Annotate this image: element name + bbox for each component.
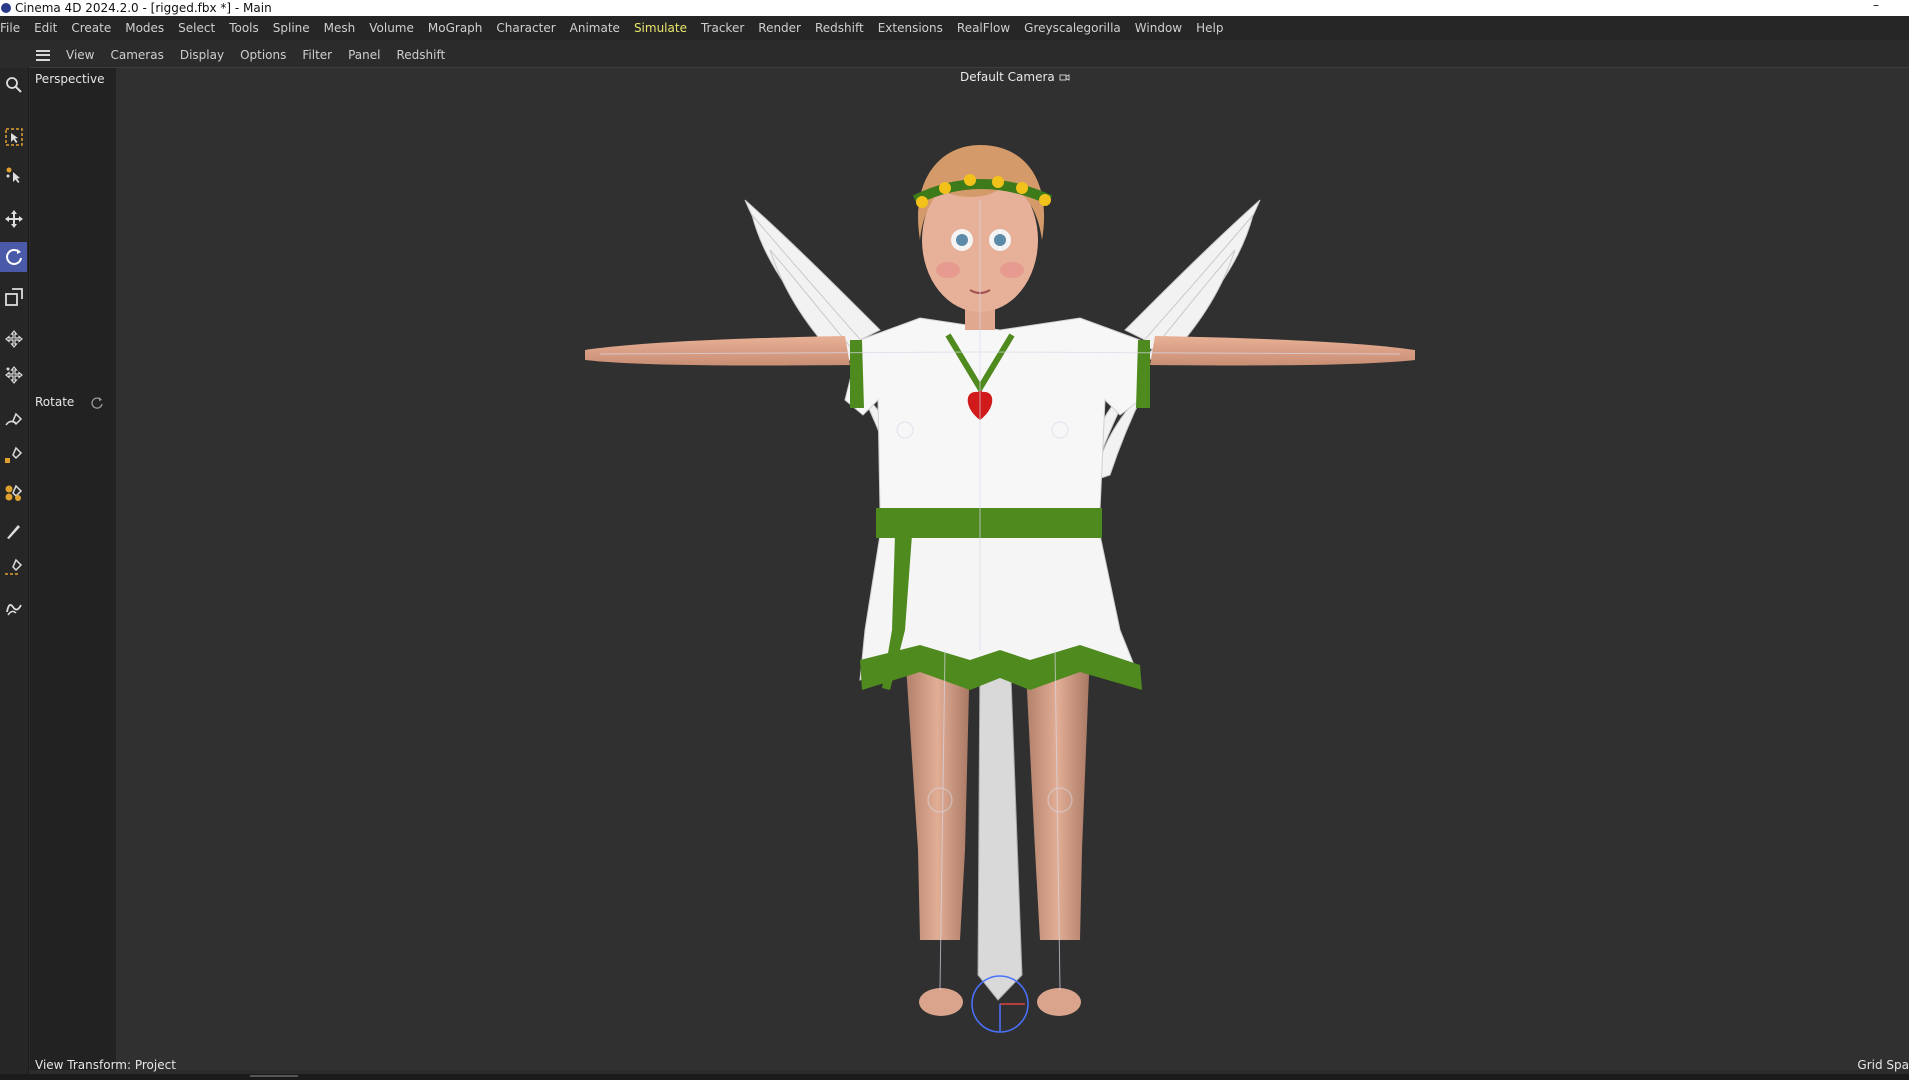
menu-mograph[interactable]: MoGraph [421, 16, 490, 40]
menu-greyscalegorilla[interactable]: Greyscalegorilla [1017, 16, 1128, 40]
right-sleeve-trim [1136, 340, 1150, 408]
camera-icon [1059, 74, 1070, 81]
menu-edit[interactable]: Edit [27, 16, 64, 40]
left-cheek [936, 262, 960, 278]
menu-spline[interactable]: Spline [266, 16, 317, 40]
spline-sketch-icon[interactable] [0, 592, 27, 622]
viewport-menu-redshift[interactable]: Redshift [388, 44, 453, 66]
left-iris [956, 234, 968, 246]
viewport-menu-bar: View Cameras Display Options Filter Pane… [30, 44, 453, 66]
cinema4d-logo-icon [1, 3, 11, 13]
projection-label[interactable]: Perspective [35, 72, 105, 86]
left-toolbar [0, 68, 29, 1080]
viewport-menu-panel[interactable]: Panel [340, 44, 388, 66]
viewport-status-bar: View Transform: Project Grid Spa [30, 1055, 1909, 1075]
left-leg [905, 650, 970, 940]
move-icon[interactable] [0, 204, 27, 234]
tunic [844, 317, 1141, 511]
viewport-menu-display[interactable]: Display [172, 44, 232, 66]
transform-icon[interactable] [0, 324, 27, 354]
root-bone [977, 649, 1023, 1001]
menu-realflow[interactable]: RealFlow [950, 16, 1017, 40]
spline-pen-icon[interactable] [0, 440, 27, 470]
grid-spacing-label: Grid Spa [1857, 1058, 1909, 1072]
title-bar: Cinema 4D 2024.2.0 - [rigged.fbx *] - Ma… [0, 0, 1909, 16]
menu-file[interactable]: File [0, 16, 27, 40]
axis-transform-icon[interactable] [0, 360, 27, 390]
search-icon[interactable] [0, 70, 27, 100]
main-menu-bar: File Edit Create Modes Select Tools Spli… [0, 16, 1909, 40]
camera-label[interactable]: Default Camera [960, 70, 1070, 84]
menu-tracker[interactable]: Tracker [694, 16, 751, 40]
view-transform-label: View Transform: Project [35, 1058, 176, 1072]
camera-name: Default Camera [960, 70, 1055, 84]
viewport-menu-view[interactable]: View [58, 44, 102, 66]
menu-animate[interactable]: Animate [563, 16, 627, 40]
right-cheek [1000, 262, 1024, 278]
menu-redshift[interactable]: Redshift [808, 16, 871, 40]
rotate-icon[interactable] [0, 242, 27, 272]
viewport-menu-options[interactable]: Options [232, 44, 294, 66]
scale-icon[interactable] [0, 282, 27, 312]
menu-volume[interactable]: Volume [362, 16, 421, 40]
menu-create[interactable]: Create [64, 16, 118, 40]
live-selection-icon[interactable] [0, 122, 27, 152]
menu-modes[interactable]: Modes [118, 16, 171, 40]
selection-tweak-icon[interactable] [0, 160, 27, 190]
left-arm [585, 336, 850, 366]
menu-simulate[interactable]: Simulate [627, 16, 694, 40]
menu-character[interactable]: Character [489, 16, 562, 40]
menu-tools[interactable]: Tools [222, 16, 266, 40]
sculpt-icon[interactable] [0, 478, 27, 508]
green-belt [876, 508, 1102, 538]
right-iris [994, 234, 1006, 246]
right-arm [1150, 336, 1415, 366]
viewport-menu-filter[interactable]: Filter [294, 44, 340, 66]
window-title: Cinema 4D 2024.2.0 - [rigged.fbx *] - Ma… [15, 1, 272, 15]
scrollbar-thumb[interactable] [250, 1075, 298, 1077]
active-tool-label: Rotate [35, 395, 75, 409]
menu-extensions[interactable]: Extensions [871, 16, 950, 40]
rotate-small-icon [91, 397, 103, 409]
right-foot [1037, 988, 1081, 1016]
menu-mesh[interactable]: Mesh [317, 16, 363, 40]
menu-render[interactable]: Render [751, 16, 808, 40]
menu-select[interactable]: Select [171, 16, 222, 40]
bottom-scrollbar[interactable] [0, 1074, 1909, 1080]
brush-icon[interactable] [0, 516, 27, 546]
left-sleeve-trim [850, 340, 864, 408]
knife-icon[interactable] [0, 552, 27, 582]
viewport-left-panel: Perspective Rotate [30, 68, 116, 1070]
left-foot [919, 988, 963, 1016]
minimize-button[interactable]: – [1873, 0, 1879, 12]
viewport-menu-cameras[interactable]: Cameras [102, 44, 171, 66]
hamburger-menu-icon[interactable] [36, 49, 50, 61]
menu-help[interactable]: Help [1189, 16, 1230, 40]
pen-icon[interactable] [0, 406, 27, 436]
angel-character-model[interactable] [560, 90, 1440, 1050]
menu-window[interactable]: Window [1128, 16, 1189, 40]
